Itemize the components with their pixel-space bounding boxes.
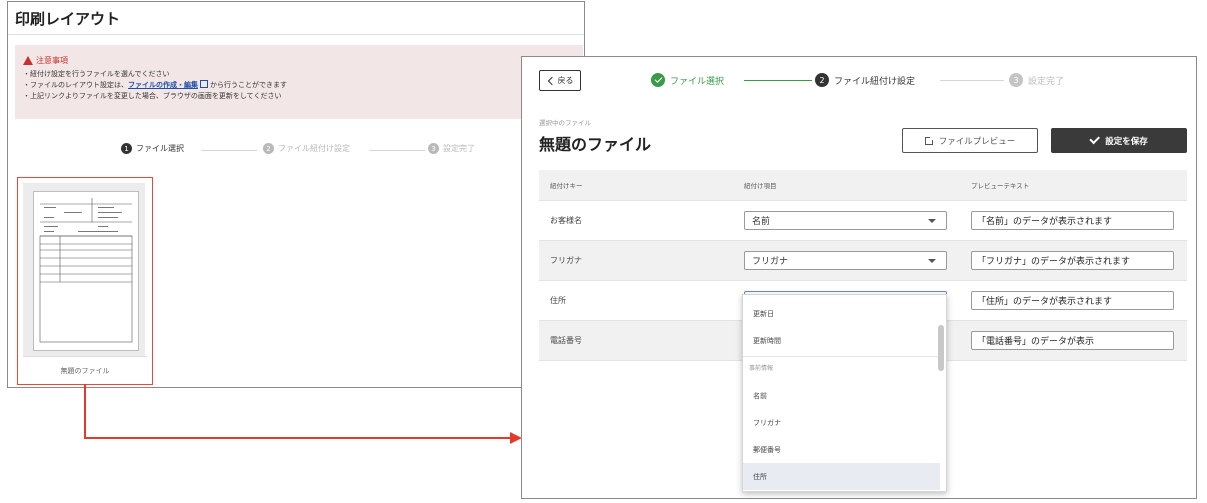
dropdown-scrollbar[interactable] xyxy=(938,325,944,371)
header-key: 紐付けキー xyxy=(550,182,583,190)
external-link-icon[interactable] xyxy=(200,80,208,88)
step-1-label: ファイル選択 xyxy=(136,144,184,153)
step-2: 2 ファイル紐付け設定 xyxy=(815,73,915,87)
notice-header: 注意事項 xyxy=(23,55,575,66)
flow-arrow-horizontal xyxy=(84,437,512,439)
file-card-label: 無題のファイル xyxy=(60,367,110,375)
file-card[interactable]: 無題のファイル xyxy=(17,177,153,385)
preview-text-field[interactable]: 「フリガナ」のデータが表示されます xyxy=(971,251,1174,270)
preview-button-label: ファイルプレビュー xyxy=(938,136,1016,147)
page-title: 印刷レイアウト xyxy=(15,10,121,28)
notice-line-2: ・ファイルのレイアウト設定は、ファイルの作成・編集 から行うことができます xyxy=(23,80,575,91)
step-3: 3 設定完了 xyxy=(1009,73,1064,87)
warning-icon xyxy=(23,56,33,65)
file-edit-link[interactable]: ファイルの作成・編集 xyxy=(128,81,198,89)
title-divider xyxy=(8,34,584,35)
selected-file-caption: 選択中のファイル xyxy=(539,119,591,127)
header-preview: プレビューテキスト xyxy=(971,182,1030,190)
step-connector xyxy=(201,150,257,151)
item-select-value: フリガナ xyxy=(752,257,789,267)
step-2-number: 2 xyxy=(815,73,829,87)
save-settings-button[interactable]: 設定を保存 xyxy=(1051,128,1187,153)
step-connector-done xyxy=(744,80,812,81)
file-title: 無題のファイル xyxy=(539,135,652,154)
preview-text-field[interactable]: 「住所」のデータが表示されます xyxy=(971,291,1174,310)
step-connector xyxy=(369,150,425,151)
notice-title: 注意事項 xyxy=(36,56,68,65)
step-1-label: ファイル選択 xyxy=(670,76,725,87)
external-link-icon xyxy=(924,134,935,145)
step-1-number: 1 xyxy=(121,143,132,154)
notice-line-2-prefix: ・ファイルのレイアウト設定は、 xyxy=(23,81,128,89)
file-preview-button[interactable]: ファイルプレビュー xyxy=(902,128,1038,153)
item-select[interactable]: フリガナ xyxy=(744,251,947,270)
dropdown-option-selected[interactable]: 住所 xyxy=(743,463,940,490)
step-1: 1 ファイル選択 xyxy=(121,143,184,154)
row-key: 住所 xyxy=(550,296,566,305)
step-3-label: 設定完了 xyxy=(443,144,475,153)
chevron-down-icon xyxy=(928,219,936,223)
document-preview-graphic xyxy=(39,198,133,343)
header-item: 紐付け項目 xyxy=(744,182,777,190)
check-icon xyxy=(1089,133,1100,145)
dropdown-option[interactable]: フリガナ xyxy=(743,409,940,436)
notice-list: ・紐付け設定を行うファイルを選んでください ・ファイルのレイアウト設定は、ファイ… xyxy=(23,69,575,102)
item-select[interactable]: 名前 xyxy=(744,211,947,230)
step-2: 2 ファイル紐付け設定 xyxy=(263,143,350,154)
save-button-label: 設定を保存 xyxy=(1105,136,1148,147)
step-3-number: 3 xyxy=(428,143,439,154)
flow-arrow-vertical xyxy=(84,384,86,439)
row-key: フリガナ xyxy=(550,256,582,265)
notice-box: 注意事項 ・紐付け設定を行うファイルを選んでください ・ファイルのレイアウト設定… xyxy=(15,45,583,119)
step-2-label: ファイル紐付け設定 xyxy=(834,76,916,87)
preview-text-field[interactable]: 「名前」のデータが表示されます xyxy=(971,211,1174,230)
back-button[interactable]: 戻る xyxy=(539,70,581,91)
file-card-divider xyxy=(23,356,147,357)
step-3: 3 設定完了 xyxy=(428,143,475,154)
chevron-down-icon xyxy=(928,259,936,263)
stepper-left: 1 ファイル選択 2 ファイル紐付け設定 3 設定完了 xyxy=(121,143,501,157)
step-3-label: 設定完了 xyxy=(1028,76,1065,87)
row-key: お客様名 xyxy=(550,216,582,225)
preview-text-field[interactable]: 「電話番号」のデータが表示 xyxy=(971,331,1174,350)
dropdown-option[interactable]: 更新日 xyxy=(743,300,940,327)
notice-line-3: ・上記リンクよりファイルを変更した場合、ブラウザの画面を更新をしてください xyxy=(23,92,282,100)
chevron-left-icon xyxy=(547,76,556,85)
table-row: お客様名 名前 「名前」のデータが表示されます xyxy=(539,201,1187,241)
back-button-label: 戻る xyxy=(557,76,574,85)
dropdown-option[interactable]: 郵便番号 xyxy=(743,436,940,463)
notice-line-2-suffix: から行うことができます xyxy=(210,81,287,89)
notice-line-1: ・紐付け設定を行うファイルを選んでください xyxy=(23,70,170,78)
check-icon xyxy=(654,75,662,83)
step-1-check xyxy=(651,73,665,87)
layout-select-window: 印刷レイアウト 注意事項 ・紐付け設定を行うファイルを選んでください ・ファイル… xyxy=(7,1,585,388)
step-3-number: 3 xyxy=(1009,73,1023,87)
step-2-label: ファイル紐付け設定 xyxy=(278,144,350,153)
table-header: 紐付けキー 紐付け項目 プレビューテキスト xyxy=(539,170,1187,201)
table-row: フリガナ フリガナ 「フリガナ」のデータが表示されます xyxy=(539,241,1187,281)
dropdown-option[interactable]: 名前 xyxy=(743,382,940,409)
step-1: ファイル選択 xyxy=(651,73,724,87)
file-thumbnail xyxy=(33,191,139,351)
item-select-value: 名前 xyxy=(752,217,771,227)
dropdown-option[interactable]: 更新時間 xyxy=(743,327,940,354)
file-thumbnail-bg xyxy=(23,183,145,357)
step-2-number: 2 xyxy=(263,143,274,154)
dropdown-group-label: 事前情報 xyxy=(743,356,940,378)
item-dropdown-list[interactable]: 更新日 更新時間 事前情報 名前 フリガナ 郵便番号 住所 xyxy=(742,294,947,492)
step-connector xyxy=(940,80,1004,81)
row-key: 電話番号 xyxy=(550,336,582,345)
